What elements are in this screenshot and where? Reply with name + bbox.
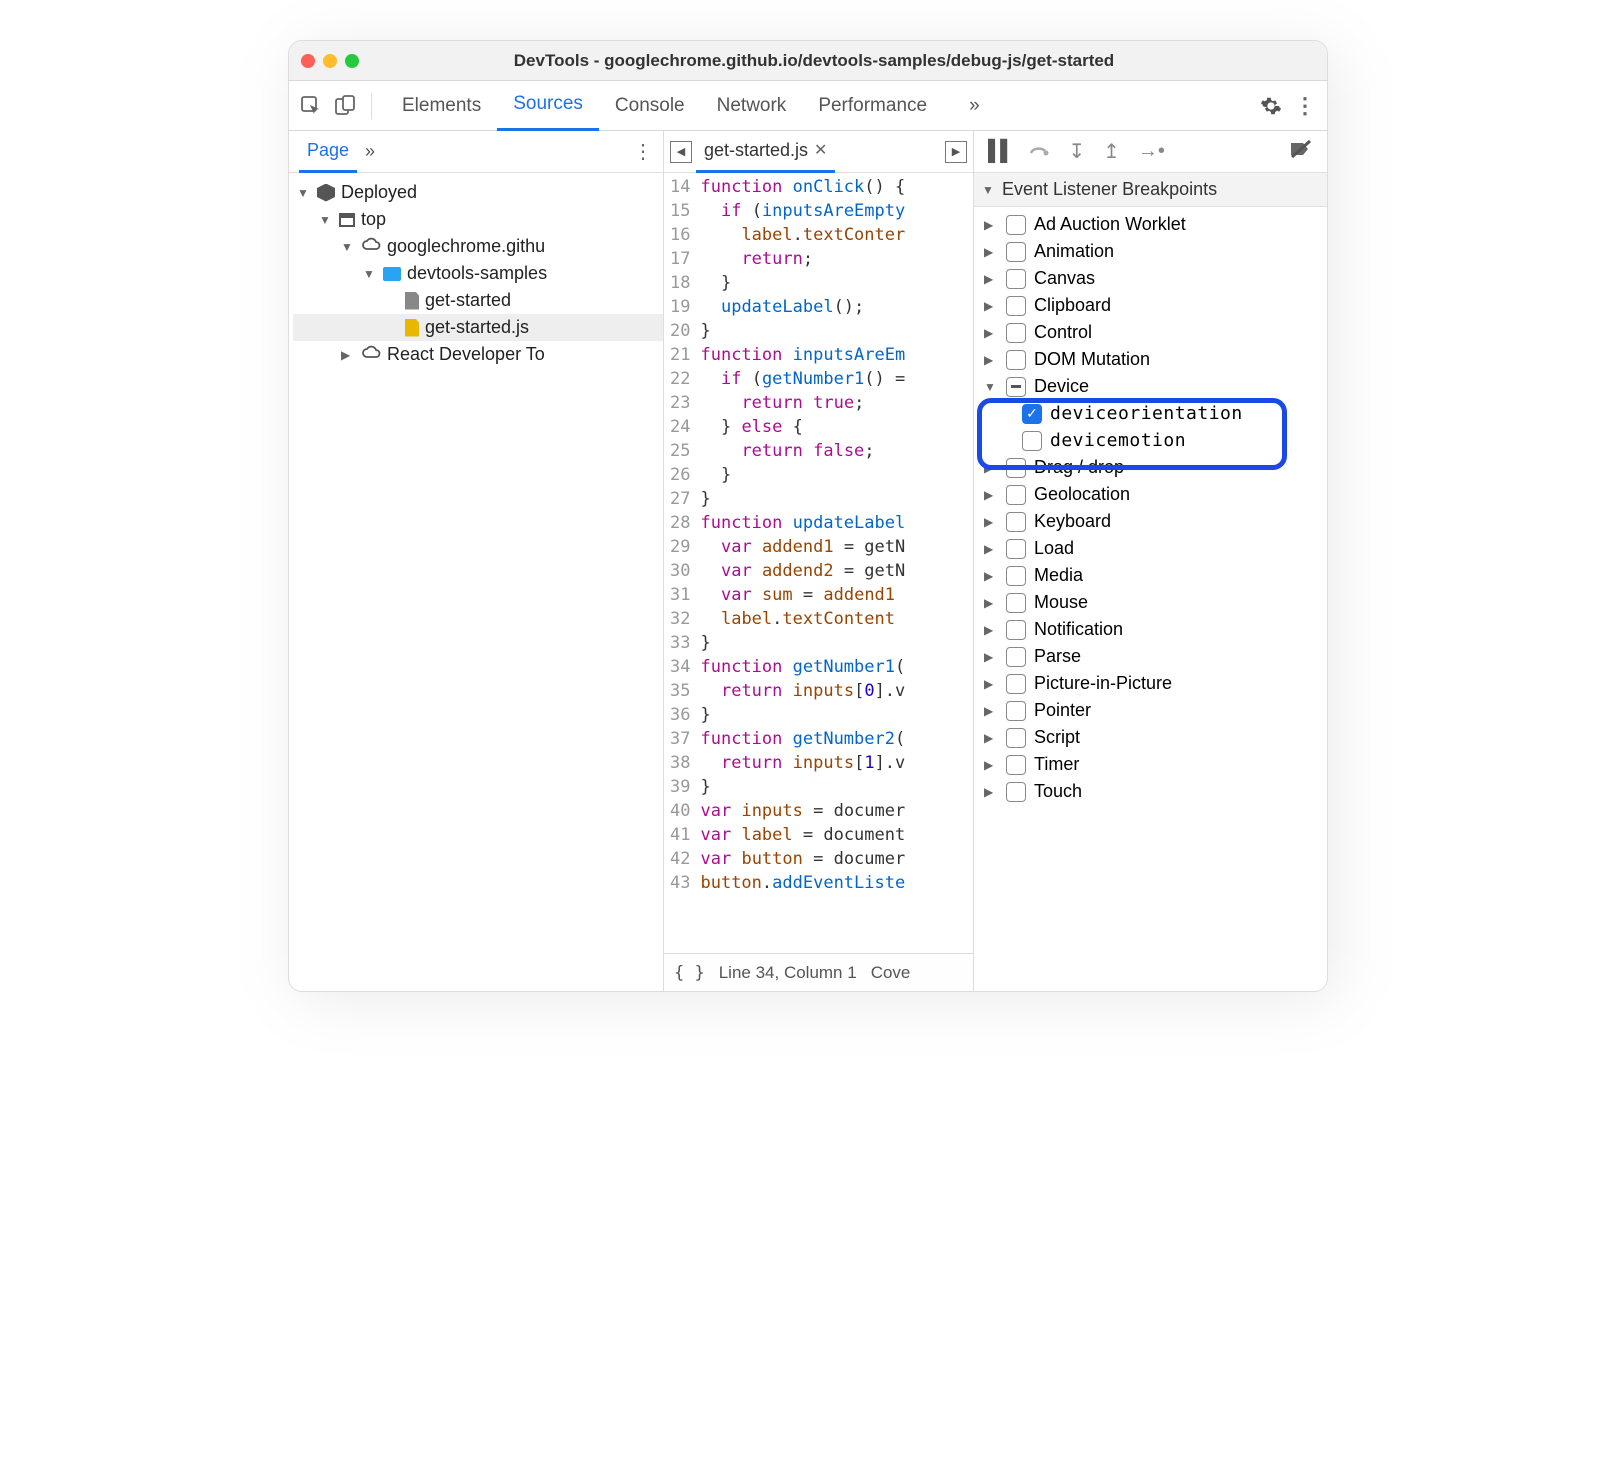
breakpoint-category[interactable]: ▼Device xyxy=(974,373,1327,400)
breakpoint-category[interactable]: ▶Clipboard xyxy=(974,292,1327,319)
minimize-window-button[interactable] xyxy=(323,54,337,68)
tab-elements[interactable]: Elements xyxy=(386,81,497,131)
close-icon[interactable]: ✕ xyxy=(814,140,827,160)
cursor-position: Line 34, Column 1 xyxy=(719,963,857,983)
checkbox[interactable] xyxy=(1006,782,1026,802)
tab-performance[interactable]: Performance xyxy=(802,81,943,131)
checkbox[interactable] xyxy=(1006,269,1026,289)
navigator-menu-icon[interactable]: ⋮ xyxy=(633,139,653,164)
titlebar: DevTools - googlechrome.github.io/devtoo… xyxy=(289,41,1327,81)
tree-item[interactable]: ▼top xyxy=(293,206,663,233)
checkbox[interactable] xyxy=(1006,620,1026,640)
checkbox[interactable] xyxy=(1006,647,1026,667)
tree-root[interactable]: ▼ Deployed xyxy=(293,179,663,206)
window-title: DevTools - googlechrome.github.io/devtoo… xyxy=(373,51,1315,71)
checkbox[interactable] xyxy=(1006,323,1026,343)
deployed-icon xyxy=(317,184,335,202)
main-toolbar: ElementsSourcesConsoleNetworkPerformance… xyxy=(289,81,1327,131)
device-toggle-icon[interactable] xyxy=(333,94,357,118)
navigator-tabs-overflow[interactable]: » xyxy=(357,131,383,173)
breakpoint-event[interactable]: ✓deviceorientation xyxy=(974,400,1327,427)
tree-item[interactable]: ▼googlechrome.githu xyxy=(293,233,663,260)
breakpoint-category[interactable]: ▶Drag / drop xyxy=(974,454,1327,481)
file-icon xyxy=(405,292,419,310)
pretty-print-icon[interactable]: { } xyxy=(674,963,705,983)
breakpoint-category[interactable]: ▶Script xyxy=(974,724,1327,751)
checkbox[interactable] xyxy=(1006,755,1026,775)
code-text[interactable]: function onClick() { if (inputsAreEmpty … xyxy=(700,173,905,953)
editor-next-icon[interactable]: ▶ xyxy=(945,141,967,163)
step-over-icon[interactable] xyxy=(1030,140,1050,163)
checkbox[interactable] xyxy=(1006,593,1026,613)
breakpoint-category[interactable]: ▶Load xyxy=(974,535,1327,562)
checkbox[interactable] xyxy=(1006,674,1026,694)
frame-icon xyxy=(339,213,355,227)
js-file-icon xyxy=(405,319,419,337)
checkbox[interactable]: ✓ xyxy=(1022,404,1042,424)
cloud-icon xyxy=(361,236,381,257)
checkbox[interactable] xyxy=(1006,242,1026,262)
editor-prev-icon[interactable]: ◀ xyxy=(670,141,692,163)
pause-icon[interactable]: ▌▌ xyxy=(988,140,1012,163)
coverage-label: Cove xyxy=(871,963,911,983)
cloud-icon xyxy=(361,344,381,365)
step-out-icon[interactable]: ↥ xyxy=(1103,139,1120,164)
breakpoint-category[interactable]: ▶Keyboard xyxy=(974,508,1327,535)
editor-pane: ◀ get-started.js ✕ ▶ 1415161718192021222… xyxy=(664,131,974,991)
tab-console[interactable]: Console xyxy=(599,81,701,131)
checkbox[interactable] xyxy=(1006,539,1026,559)
breakpoint-category[interactable]: ▶DOM Mutation xyxy=(974,346,1327,373)
kebab-menu-icon[interactable]: ⋮ xyxy=(1293,94,1317,118)
tree-item[interactable]: get-started.js xyxy=(293,314,663,341)
tree-item[interactable]: get-started xyxy=(293,287,663,314)
editor-tab[interactable]: get-started.js ✕ xyxy=(696,131,835,173)
tree-item[interactable]: ▶React Developer To xyxy=(293,341,663,368)
tab-network[interactable]: Network xyxy=(701,81,803,131)
breakpoint-category[interactable]: ▶Canvas xyxy=(974,265,1327,292)
settings-icon[interactable] xyxy=(1259,94,1283,118)
step-into-icon[interactable]: ↧ xyxy=(1068,139,1085,164)
inspect-element-icon[interactable] xyxy=(299,94,323,118)
breakpoint-category[interactable]: ▶Pointer xyxy=(974,697,1327,724)
tabs-overflow[interactable]: » xyxy=(953,81,996,131)
tree-item[interactable]: ▼devtools-samples xyxy=(293,260,663,287)
close-window-button[interactable] xyxy=(301,54,315,68)
breakpoint-category[interactable]: ▶Notification xyxy=(974,616,1327,643)
checkbox[interactable] xyxy=(1006,350,1026,370)
checkbox[interactable] xyxy=(1006,485,1026,505)
breakpoint-event[interactable]: devicemotion xyxy=(974,427,1327,454)
checkbox[interactable] xyxy=(1006,701,1026,721)
navigator-pane: Page » ⋮ ▼ Deployed ▼top▼googlechrome.gi… xyxy=(289,131,664,991)
tab-page[interactable]: Page xyxy=(299,131,357,173)
file-tree: ▼ Deployed ▼top▼googlechrome.githu▼devto… xyxy=(289,173,663,374)
devtools-window: DevTools - googlechrome.github.io/devtoo… xyxy=(288,40,1328,992)
folder-icon xyxy=(383,267,401,281)
checkbox[interactable] xyxy=(1006,377,1026,397)
checkbox[interactable] xyxy=(1006,512,1026,532)
section-event-listener-breakpoints[interactable]: ▼ Event Listener Breakpoints xyxy=(974,173,1327,207)
step-icon[interactable]: →• xyxy=(1138,140,1165,163)
checkbox[interactable] xyxy=(1006,566,1026,586)
breakpoint-category[interactable]: ▶Control xyxy=(974,319,1327,346)
checkbox[interactable] xyxy=(1006,458,1026,478)
breakpoint-category[interactable]: ▶Geolocation xyxy=(974,481,1327,508)
checkbox[interactable] xyxy=(1006,296,1026,316)
tab-sources[interactable]: Sources xyxy=(497,81,599,131)
checkbox[interactable] xyxy=(1022,431,1042,451)
line-gutter: 1415161718192021222324252627282930313233… xyxy=(664,173,700,953)
checkbox[interactable] xyxy=(1006,215,1026,235)
debugger-pane: ▌▌ ↧ ↥ →• ▼ Event Listener Breakpoints ▶… xyxy=(974,131,1327,991)
breakpoint-category[interactable]: ▶Media xyxy=(974,562,1327,589)
breakpoint-category[interactable]: ▶Ad Auction Worklet xyxy=(974,211,1327,238)
editor-statusbar: { } Line 34, Column 1 Cove xyxy=(664,953,973,991)
deactivate-breakpoints-icon[interactable] xyxy=(1289,139,1313,165)
checkbox[interactable] xyxy=(1006,728,1026,748)
breakpoint-category[interactable]: ▶Mouse xyxy=(974,589,1327,616)
breakpoint-category[interactable]: ▶Animation xyxy=(974,238,1327,265)
breakpoint-category[interactable]: ▶Touch xyxy=(974,778,1327,805)
maximize-window-button[interactable] xyxy=(345,54,359,68)
breakpoint-category[interactable]: ▶Timer xyxy=(974,751,1327,778)
breakpoint-category[interactable]: ▶Parse xyxy=(974,643,1327,670)
breakpoint-category[interactable]: ▶Picture-in-Picture xyxy=(974,670,1327,697)
